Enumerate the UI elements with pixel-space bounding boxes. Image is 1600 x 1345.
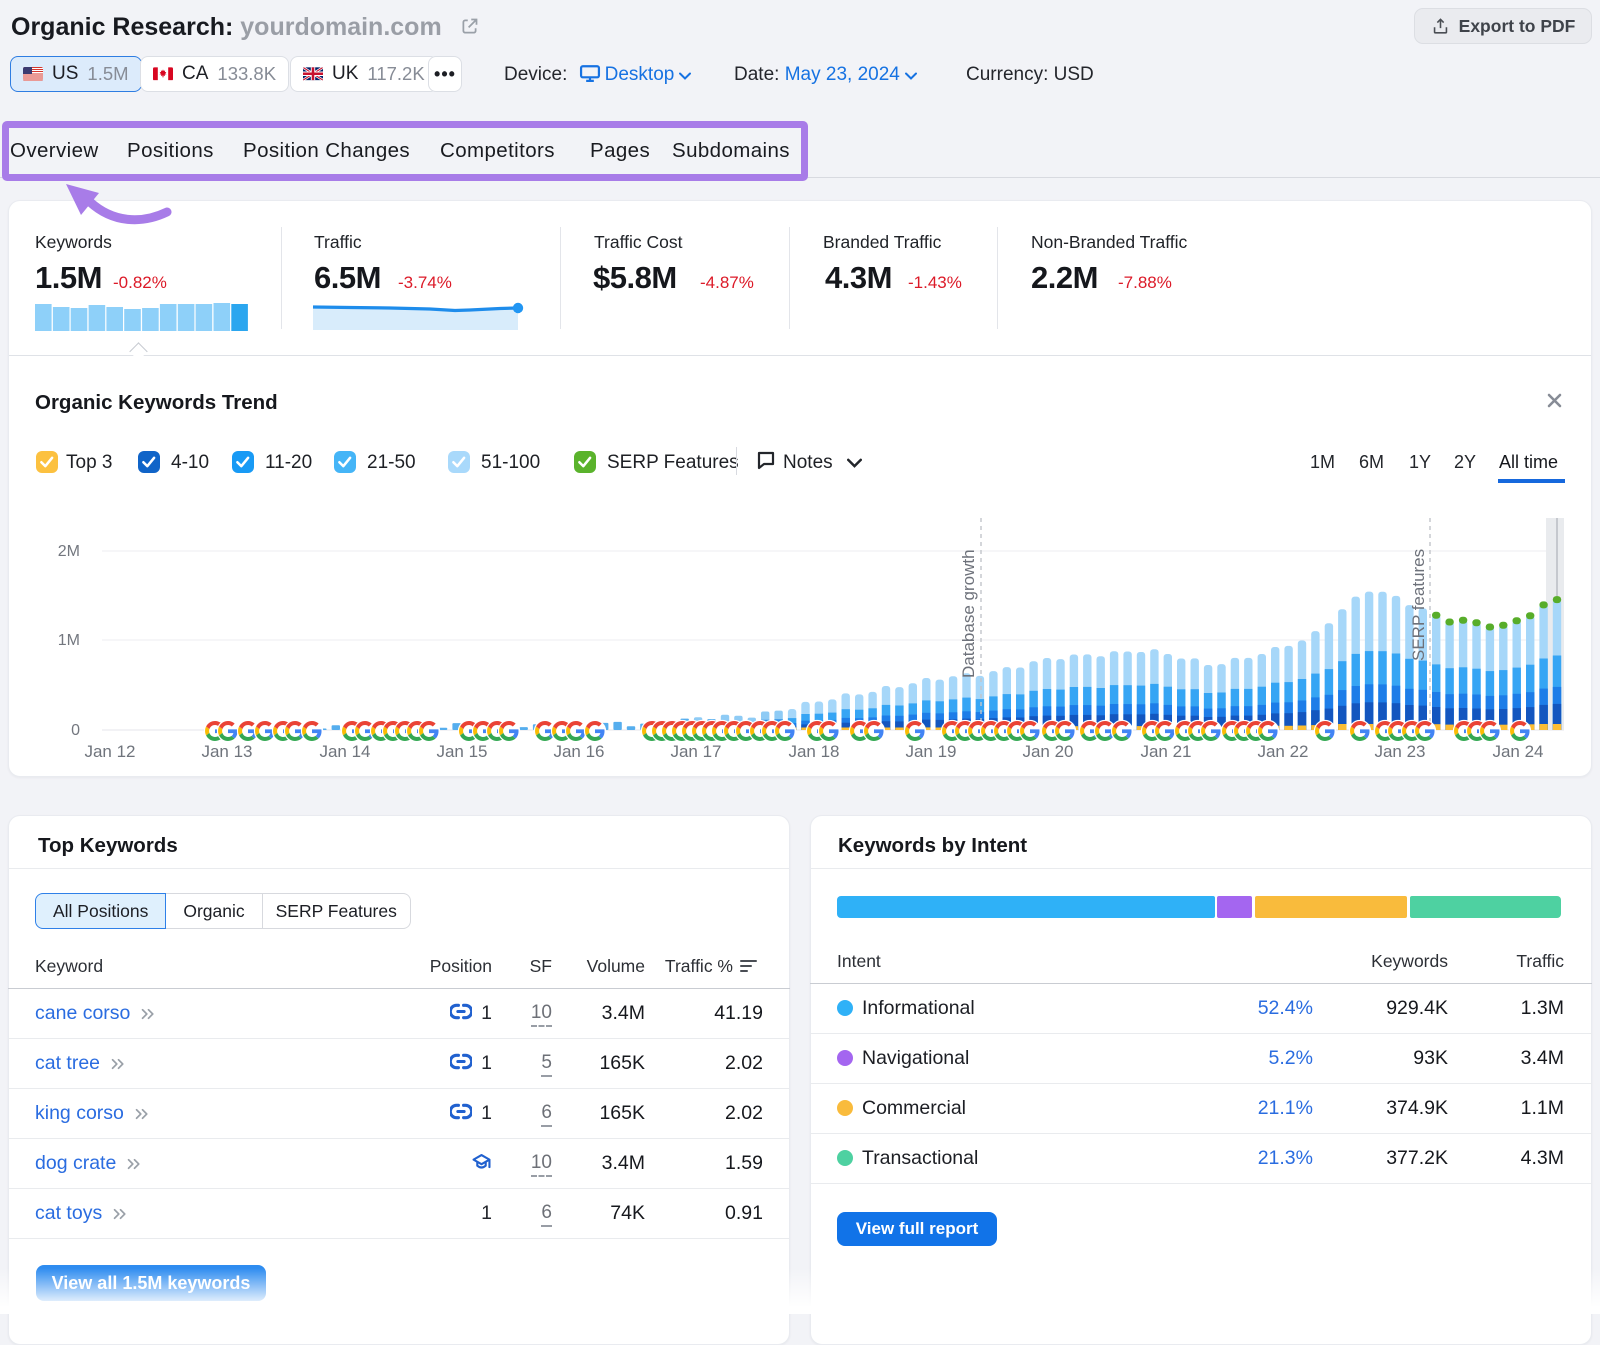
svg-text:SERP features: SERP features (1409, 549, 1428, 661)
svg-text:Database growth: Database growth (959, 549, 978, 678)
